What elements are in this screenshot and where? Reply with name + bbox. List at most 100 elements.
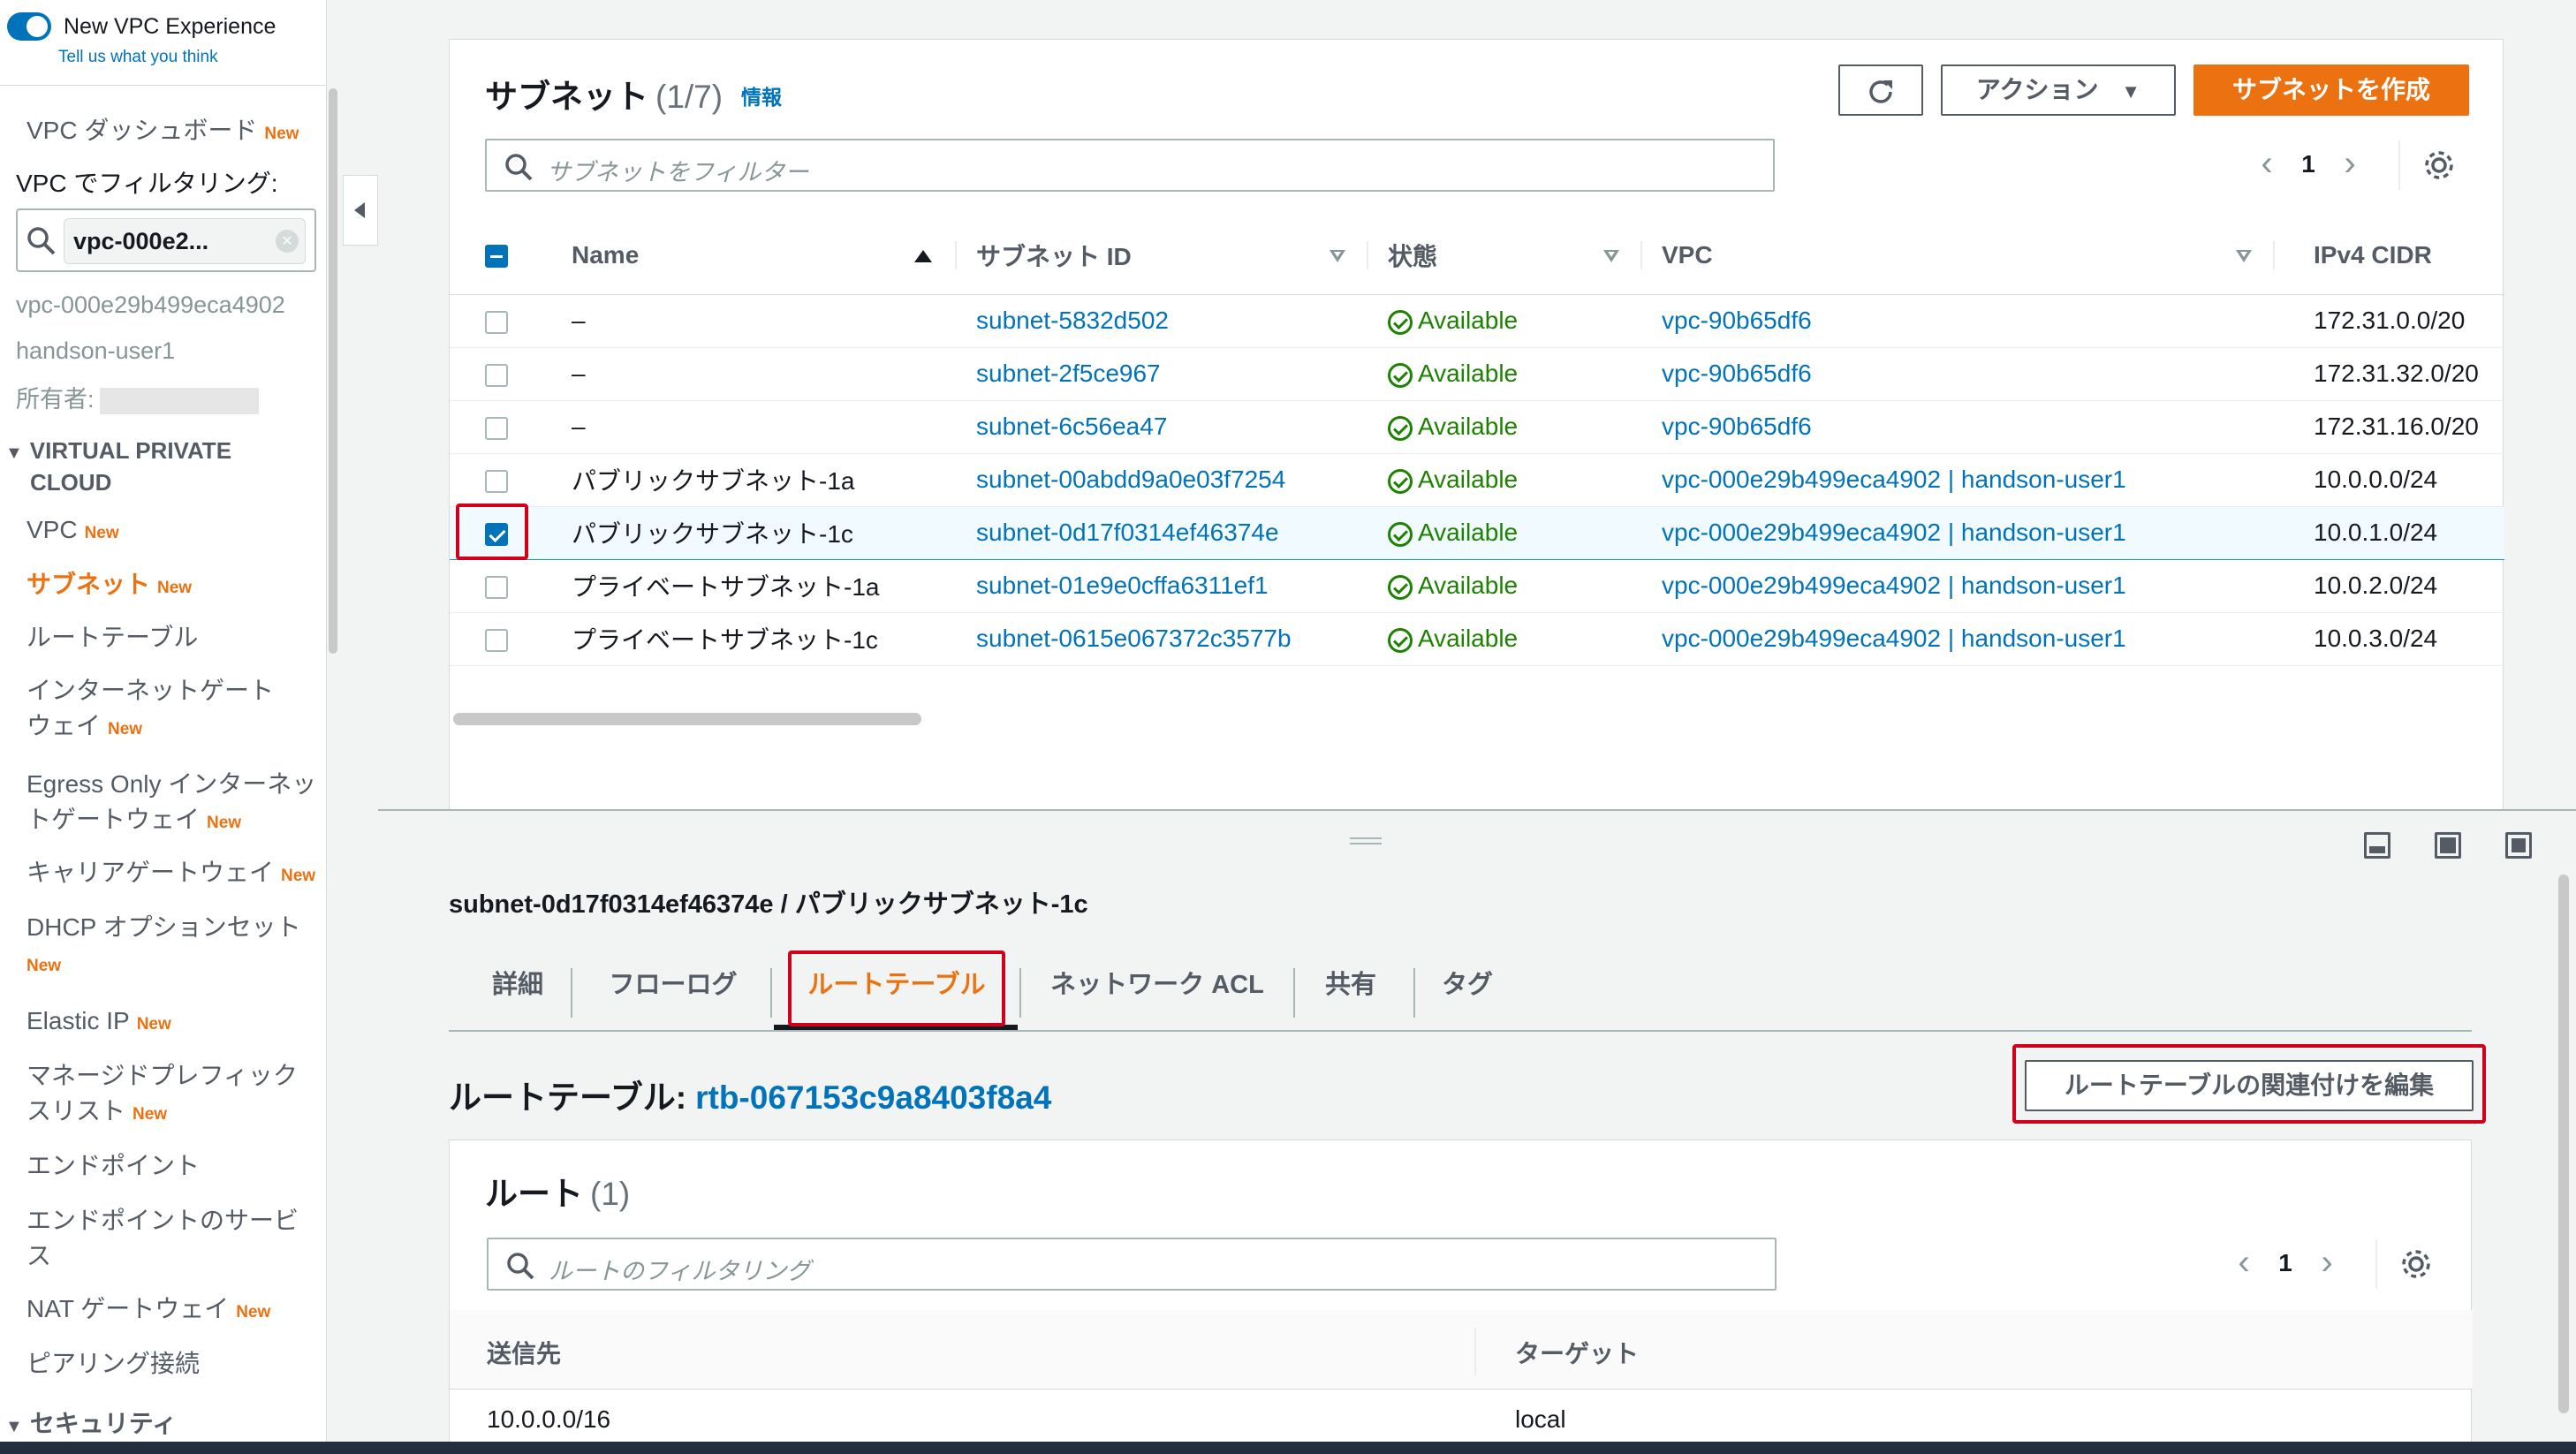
- row-checkbox[interactable]: [485, 416, 508, 440]
- subnet-id-link[interactable]: subnet-5832d502: [976, 307, 1169, 334]
- create-subnet-button[interactable]: サブネットを作成: [2193, 64, 2469, 116]
- sidebar-item-egress-only-gateways[interactable]: Egress Only インターネッ トゲートウェイ New: [27, 767, 316, 841]
- subnets-title: サブネット: [485, 79, 648, 115]
- tab-network-acl[interactable]: ネットワーク ACL: [1035, 954, 1279, 1016]
- sidebar-item-nat-gateways[interactable]: NAT ゲートウェイ New: [27, 1291, 270, 1330]
- row-checkbox[interactable]: [485, 363, 508, 387]
- vpc-link[interactable]: vpc-000e29b499eca4902 | handson-user1: [1662, 572, 2126, 599]
- cell-vpc: vpc-000e29b499eca4902 | handson-user1: [1642, 612, 2275, 666]
- actions-dropdown[interactable]: アクション ▼: [1941, 64, 2176, 116]
- tab-sharing[interactable]: 共有: [1309, 954, 1392, 1016]
- row-checkbox[interactable]: [485, 628, 508, 652]
- col-target[interactable]: ターゲット: [1515, 1335, 1639, 1370]
- cell-ipv4-cidr: 10.0.0.0/24: [2275, 453, 2504, 507]
- sidebar-divider: [0, 85, 326, 86]
- table-row[interactable]: プライベートサブネット-1c subnet-0615e067372c3577b Av…: [450, 612, 2504, 666]
- feedback-link[interactable]: Tell us what you think: [58, 48, 218, 67]
- subnet-id-link[interactable]: subnet-00abdd9a0e03f7254: [976, 466, 1285, 493]
- vpc-link[interactable]: vpc-000e29b499eca4902 | handson-user1: [1662, 466, 2126, 493]
- row-checkbox[interactable]: [485, 575, 508, 599]
- routes-filter-input[interactable]: ルートのフィルタリング: [487, 1238, 1777, 1291]
- new-experience-toggle-row[interactable]: New VPC Experience: [7, 12, 276, 41]
- row-checkbox[interactable]: [485, 310, 508, 334]
- vpc-filter-input[interactable]: vpc-000e2... ×: [16, 208, 316, 272]
- horizontal-scrollbar[interactable]: [453, 713, 921, 725]
- col-destination[interactable]: 送信先: [487, 1335, 561, 1370]
- tab-tags[interactable]: タグ: [1429, 954, 1505, 1016]
- sidebar-item-vpc[interactable]: VPC New: [27, 512, 119, 551]
- prev-page-icon[interactable]: ‹: [2243, 144, 2291, 184]
- subnet-id-link[interactable]: subnet-6c56ea47: [976, 413, 1167, 440]
- settings-gear-icon[interactable]: [2398, 1246, 2434, 1286]
- select-all-checkbox[interactable]: [485, 245, 508, 269]
- owner-redacted: [99, 387, 259, 414]
- panel-bottom-icon[interactable]: [2364, 832, 2390, 859]
- sidebar-item-label: トゲートウェイ: [27, 806, 201, 833]
- prev-page-icon[interactable]: ‹: [2220, 1243, 2268, 1283]
- sidebar-item-managed-prefix-lists[interactable]: マネージドプレフィック スリスト New: [27, 1058, 298, 1132]
- sidebar-item-dhcp-options[interactable]: DHCP オプションセット New: [27, 910, 301, 984]
- tab-flow-logs[interactable]: フローログ: [587, 954, 760, 1016]
- settings-gear-icon[interactable]: [2421, 148, 2457, 187]
- table-row[interactable]: – subnet-6c56ea47 Available vpc-90b65df6 172…: [450, 400, 2504, 454]
- col-name[interactable]: Name: [572, 216, 957, 295]
- subnet-id-link[interactable]: subnet-0d17f0314ef46374e: [976, 519, 1279, 546]
- vpc-link[interactable]: vpc-000e29b499eca4902 | handson-user1: [1662, 519, 2126, 546]
- sidebar-scrollbar[interactable]: [329, 88, 337, 654]
- subnet-id-link[interactable]: subnet-01e9e0cffa6311ef1: [976, 572, 1269, 599]
- col-vpc[interactable]: VPC: [1642, 216, 2275, 295]
- cell-subnet-id: subnet-00abdd9a0e03f7254: [957, 453, 1368, 507]
- page-number[interactable]: 1: [2268, 1249, 2303, 1277]
- sidebar-item-endpoint-services[interactable]: エンドポイントのサービ ス: [27, 1203, 299, 1274]
- collapse-sidebar-button[interactable]: [343, 175, 378, 246]
- row-checkbox[interactable]: [485, 469, 508, 493]
- table-row[interactable]: パブリックサブネット-1a subnet-00abdd9a0e03f7254 Ava…: [450, 453, 2504, 507]
- cell-subnet-id: subnet-2f5ce967: [957, 347, 1368, 401]
- next-page-icon[interactable]: ›: [2303, 1243, 2351, 1283]
- sidebar-item-endpoints[interactable]: エンドポイント: [27, 1148, 200, 1184]
- vpc-link[interactable]: vpc-90b65df6: [1662, 413, 1812, 440]
- new-badge: New: [236, 1303, 271, 1321]
- sidebar-item-internet-gateways[interactable]: インターネットゲート ウェイ New: [27, 673, 274, 747]
- new-badge: New: [108, 720, 143, 738]
- new-experience-toggle[interactable]: [7, 12, 51, 41]
- vpc-link[interactable]: vpc-90b65df6: [1662, 307, 1812, 334]
- table-row[interactable]: パブリックサブネット-1c subnet-0d17f0314ef46374e Ava…: [450, 505, 2504, 560]
- col-ipv4-cidr[interactable]: IPv4 CIDR: [2275, 216, 2504, 295]
- resize-handle-icon[interactable]: [1350, 837, 1382, 844]
- info-link[interactable]: 情報: [741, 80, 782, 110]
- table-row[interactable]: – subnet-5832d502 Available vpc-90b65df6 172…: [450, 294, 2504, 348]
- route-table-id-link[interactable]: rtb-067153c9a8403f8a4: [695, 1079, 1051, 1116]
- section-security-header[interactable]: ▼ セキュリティ: [5, 1408, 177, 1443]
- table-row[interactable]: – subnet-2f5ce967 Available vpc-90b65df6 172…: [450, 347, 2504, 401]
- vpc-link[interactable]: vpc-90b65df6: [1662, 360, 1812, 387]
- tab-details[interactable]: 詳細: [468, 954, 567, 1016]
- subnet-filter-input[interactable]: サブネットをフィルター: [485, 139, 1775, 192]
- sidebar-item-dashboard[interactable]: VPC ダッシュボード New: [27, 113, 299, 152]
- vpc-link[interactable]: vpc-000e29b499eca4902 | handson-user1: [1662, 625, 2126, 652]
- sidebar-item-route-tables[interactable]: ルートテーブル: [27, 620, 198, 655]
- sidebar-item-elastic-ip[interactable]: Elastic IP New: [27, 1003, 171, 1042]
- subnet-id-link[interactable]: subnet-0615e067372c3577b: [976, 625, 1292, 652]
- sidebar-item-subnets[interactable]: サブネット New: [27, 567, 192, 606]
- section-vpc-header[interactable]: ▼ VIRTUAL PRIVATE: [5, 435, 231, 469]
- split-panel-divider[interactable]: [378, 809, 2576, 811]
- clear-filter-icon[interactable]: ×: [276, 230, 299, 253]
- col-state[interactable]: 状態: [1368, 216, 1642, 295]
- cell-subnet-id: subnet-5832d502: [957, 294, 1368, 348]
- sidebar-item-carrier-gateways[interactable]: キャリアゲートウェイ New: [27, 855, 315, 894]
- panel-side-icon[interactable]: [2435, 832, 2461, 859]
- next-page-icon[interactable]: ›: [2326, 144, 2374, 184]
- subnet-id-link[interactable]: subnet-2f5ce967: [976, 360, 1161, 387]
- cell-name: パブリックサブネット-1c: [572, 505, 957, 560]
- subnets-panel: サブネット (1/7) 情報 アクション ▼ サブネットを作成 サブネットをフィル…: [449, 39, 2504, 811]
- panel-full-icon[interactable]: [2505, 832, 2532, 859]
- col-subnet-id[interactable]: サブネット ID: [957, 216, 1368, 295]
- routes-panel: ルート (1) ルートのフィルタリング ‹ 1 › 送信先 ターゲット 10.0.…: [449, 1140, 2473, 1454]
- sidebar-item-peering-connections[interactable]: ピアリング接続: [27, 1346, 200, 1382]
- caret-down-icon: ▼: [5, 443, 23, 463]
- details-scrollbar[interactable]: [2558, 875, 2569, 1413]
- table-row[interactable]: プライベートサブネット-1a subnet-01e9e0cffa6311ef1 Av…: [450, 559, 2504, 613]
- refresh-button[interactable]: [1838, 64, 1923, 116]
- page-number[interactable]: 1: [2291, 150, 2326, 178]
